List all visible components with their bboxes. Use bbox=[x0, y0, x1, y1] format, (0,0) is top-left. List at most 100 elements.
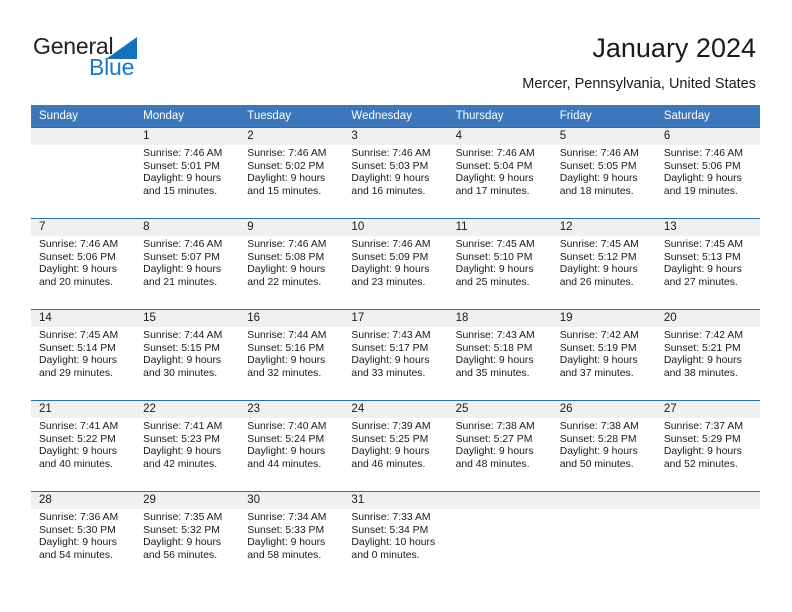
sunrise-text: Sunrise: 7:42 AM bbox=[559, 330, 639, 341]
day-number: 28 bbox=[31, 492, 136, 509]
day-cell-inner: 31 Sunrise: 7:33 AM Sunset: 5:34 PM Dayligh… bbox=[343, 492, 448, 582]
daylight-text-line1: Daylight: 9 hours bbox=[663, 355, 742, 367]
day-details bbox=[656, 509, 760, 512]
calendar-day-cell[interactable]: 15 Sunrise: 7:44 AM Sunset: 5:15 PM Dayligh… bbox=[135, 309, 240, 401]
calendar-day-cell[interactable]: 9 Sunrise: 7:46 AM Sunset: 5:08 PM Daylight… bbox=[239, 218, 344, 310]
day-number: 18 bbox=[447, 310, 552, 327]
daylight-text-line2: and 58 minutes. bbox=[247, 549, 322, 561]
day-cell-inner: 28 Sunrise: 7:36 AM Sunset: 5:30 PM Dayligh… bbox=[31, 492, 136, 582]
daylight-text-line2: and 40 minutes. bbox=[39, 458, 113, 470]
calendar-day-cell[interactable]: 20 Sunrise: 7:42 AM Sunset: 5:21 PM Dayligh… bbox=[655, 309, 760, 401]
calendar-day-cell[interactable]: 31 Sunrise: 7:33 AM Sunset: 5:34 PM Dayligh… bbox=[343, 491, 448, 582]
calendar-day-cell[interactable]: 16 Sunrise: 7:44 AM Sunset: 5:16 PM Dayligh… bbox=[239, 309, 344, 401]
calendar-day-cell[interactable]: 3 Sunrise: 7:46 AM Sunset: 5:03 PM Daylight… bbox=[343, 127, 448, 219]
day-number: 26 bbox=[551, 401, 656, 418]
calendar-day-cell[interactable]: 27 Sunrise: 7:37 AM Sunset: 5:29 PM Dayligh… bbox=[655, 400, 760, 492]
day-cell-inner: 18 Sunrise: 7:43 AM Sunset: 5:18 PM Dayligh… bbox=[447, 310, 552, 400]
day-details: Sunrise: 7:36 AM Sunset: 5:30 PM Daylight:… bbox=[31, 509, 135, 562]
daylight-text-line1: Daylight: 9 hours bbox=[455, 264, 534, 276]
calendar-day-cell[interactable]: 28 Sunrise: 7:36 AM Sunset: 5:30 PM Dayligh… bbox=[31, 491, 136, 582]
sunrise-text: Sunrise: 7:37 AM bbox=[663, 421, 743, 432]
daylight-text-line2: and 30 minutes. bbox=[143, 367, 218, 379]
day-cell-inner: 22 Sunrise: 7:41 AM Sunset: 5:23 PM Dayligh… bbox=[135, 401, 240, 491]
page-subtitle-location: Mercer, Pennsylvania, United States bbox=[522, 76, 756, 92]
calendar-day-cell[interactable]: 25 Sunrise: 7:38 AM Sunset: 5:27 PM Dayligh… bbox=[447, 400, 552, 492]
calendar-day-cell[interactable]: 18 Sunrise: 7:43 AM Sunset: 5:18 PM Dayligh… bbox=[447, 309, 552, 401]
calendar-day-cell[interactable]: 11 Sunrise: 7:45 AM Sunset: 5:10 PM Dayligh… bbox=[447, 218, 552, 310]
day-number bbox=[447, 492, 552, 509]
calendar-day-cell[interactable]: 22 Sunrise: 7:41 AM Sunset: 5:23 PM Dayligh… bbox=[135, 400, 240, 492]
day-cell-inner: 25 Sunrise: 7:38 AM Sunset: 5:27 PM Dayligh… bbox=[447, 401, 552, 491]
day-details: Sunrise: 7:46 AM Sunset: 5:04 PM Daylight:… bbox=[448, 145, 552, 198]
daylight-text-line2: and 54 minutes. bbox=[39, 549, 113, 561]
calendar-day-cell-empty bbox=[655, 491, 760, 582]
calendar-day-cell[interactable]: 1 Sunrise: 7:46 AM Sunset: 5:01 PM Daylight… bbox=[135, 127, 240, 219]
day-details: Sunrise: 7:43 AM Sunset: 5:18 PM Daylight:… bbox=[448, 327, 552, 380]
sunset-text: Sunset: 5:25 PM bbox=[351, 433, 429, 445]
sunrise-text: Sunrise: 7:41 AM bbox=[39, 421, 119, 432]
daylight-text-line1: Daylight: 9 hours bbox=[39, 537, 117, 549]
day-cell-inner: 21 Sunrise: 7:41 AM Sunset: 5:22 PM Dayligh… bbox=[31, 401, 136, 491]
daylight-text-line2: and 32 minutes. bbox=[247, 367, 322, 379]
calendar-day-cell[interactable]: 8 Sunrise: 7:46 AM Sunset: 5:07 PM Daylight… bbox=[135, 218, 240, 310]
calendar-day-cell[interactable]: 6 Sunrise: 7:46 AM Sunset: 5:06 PM Daylight… bbox=[655, 127, 760, 219]
daylight-text-line1: Daylight: 9 hours bbox=[247, 446, 326, 458]
page-title: January 2024 bbox=[592, 33, 756, 63]
day-details: Sunrise: 7:37 AM Sunset: 5:29 PM Daylight:… bbox=[656, 418, 760, 471]
calendar-day-cell[interactable]: 4 Sunrise: 7:46 AM Sunset: 5:04 PM Daylight… bbox=[447, 127, 552, 219]
daylight-text-line2: and 17 minutes. bbox=[455, 185, 530, 197]
calendar-day-cell[interactable]: 30 Sunrise: 7:34 AM Sunset: 5:33 PM Dayligh… bbox=[239, 491, 344, 582]
sunrise-text: Sunrise: 7:46 AM bbox=[143, 239, 223, 250]
daylight-text-line1: Daylight: 9 hours bbox=[663, 264, 742, 276]
calendar-day-cell[interactable]: 13 Sunrise: 7:45 AM Sunset: 5:13 PM Dayligh… bbox=[655, 218, 760, 310]
day-details: Sunrise: 7:41 AM Sunset: 5:22 PM Daylight:… bbox=[31, 418, 135, 471]
day-number bbox=[655, 492, 760, 509]
sunset-text: Sunset: 5:34 PM bbox=[351, 524, 429, 536]
day-number: 9 bbox=[239, 219, 344, 236]
day-number: 31 bbox=[343, 492, 448, 509]
calendar-day-cell[interactable]: 29 Sunrise: 7:35 AM Sunset: 5:32 PM Dayligh… bbox=[135, 491, 240, 582]
daylight-text-line1: Daylight: 9 hours bbox=[247, 355, 326, 367]
calendar-day-cell[interactable]: 19 Sunrise: 7:42 AM Sunset: 5:19 PM Dayligh… bbox=[551, 309, 656, 401]
daylight-text-line1: Daylight: 9 hours bbox=[39, 264, 117, 276]
daylight-text-line1: Daylight: 9 hours bbox=[351, 264, 430, 276]
calendar-day-cell[interactable]: 10 Sunrise: 7:46 AM Sunset: 5:09 PM Dayligh… bbox=[343, 218, 448, 310]
calendar-day-cell[interactable]: 2 Sunrise: 7:46 AM Sunset: 5:02 PM Daylight… bbox=[239, 127, 344, 219]
calendar-day-cell[interactable]: 26 Sunrise: 7:38 AM Sunset: 5:28 PM Dayligh… bbox=[551, 400, 656, 492]
daylight-text-line2: and 18 minutes. bbox=[559, 185, 634, 197]
calendar-day-cell[interactable]: 14 Sunrise: 7:45 AM Sunset: 5:14 PM Dayligh… bbox=[31, 309, 136, 401]
daylight-text-line1: Daylight: 9 hours bbox=[351, 446, 430, 458]
calendar-day-cell[interactable]: 17 Sunrise: 7:43 AM Sunset: 5:17 PM Dayligh… bbox=[343, 309, 448, 401]
day-cell-inner: 17 Sunrise: 7:43 AM Sunset: 5:17 PM Dayligh… bbox=[343, 310, 448, 400]
calendar-day-cell[interactable]: 7 Sunrise: 7:46 AM Sunset: 5:06 PM Daylight… bbox=[31, 218, 136, 310]
day-number: 15 bbox=[135, 310, 240, 327]
day-details: Sunrise: 7:46 AM Sunset: 5:01 PM Daylight:… bbox=[135, 145, 239, 198]
daylight-text-line1: Daylight: 9 hours bbox=[143, 173, 222, 185]
calendar-week-row: 1 Sunrise: 7:46 AM Sunset: 5:01 PM Daylight… bbox=[31, 127, 760, 219]
calendar-day-cell[interactable]: 21 Sunrise: 7:41 AM Sunset: 5:22 PM Dayligh… bbox=[31, 400, 136, 492]
general-blue-logo[interactable]: General Blue bbox=[33, 33, 213, 83]
calendar-day-cell[interactable]: 24 Sunrise: 7:39 AM Sunset: 5:25 PM Dayligh… bbox=[343, 400, 448, 492]
day-cell-inner: 11 Sunrise: 7:45 AM Sunset: 5:10 PM Dayligh… bbox=[447, 219, 552, 309]
calendar-page: General Blue January 2024 Mercer, Pennsy… bbox=[0, 0, 792, 612]
day-number: 29 bbox=[135, 492, 240, 509]
sunset-text: Sunset: 5:09 PM bbox=[351, 251, 429, 263]
daylight-text-line1: Daylight: 9 hours bbox=[559, 446, 638, 458]
calendar-day-cell[interactable]: 23 Sunrise: 7:40 AM Sunset: 5:24 PM Dayligh… bbox=[239, 400, 344, 492]
sunset-text: Sunset: 5:16 PM bbox=[247, 342, 325, 354]
daylight-text-line2: and 48 minutes. bbox=[455, 458, 530, 470]
weekday-header-sunday: Sunday bbox=[31, 105, 136, 128]
sunset-text: Sunset: 5:06 PM bbox=[663, 160, 741, 172]
daylight-text-line1: Daylight: 10 hours bbox=[351, 537, 436, 549]
calendar-day-cell[interactable]: 12 Sunrise: 7:45 AM Sunset: 5:12 PM Dayligh… bbox=[551, 218, 656, 310]
day-number: 30 bbox=[239, 492, 344, 509]
day-details: Sunrise: 7:45 AM Sunset: 5:10 PM Daylight:… bbox=[448, 236, 552, 289]
day-cell-inner: 30 Sunrise: 7:34 AM Sunset: 5:33 PM Dayligh… bbox=[239, 492, 344, 582]
daylight-text-line1: Daylight: 9 hours bbox=[143, 446, 222, 458]
calendar-day-cell[interactable]: 5 Sunrise: 7:46 AM Sunset: 5:05 PM Daylight… bbox=[551, 127, 656, 219]
sunrise-text: Sunrise: 7:44 AM bbox=[143, 330, 223, 341]
sunset-text: Sunset: 5:06 PM bbox=[39, 251, 116, 263]
day-details: Sunrise: 7:46 AM Sunset: 5:05 PM Daylight:… bbox=[552, 145, 656, 198]
day-number: 25 bbox=[447, 401, 552, 418]
daylight-text-line1: Daylight: 9 hours bbox=[143, 355, 222, 367]
